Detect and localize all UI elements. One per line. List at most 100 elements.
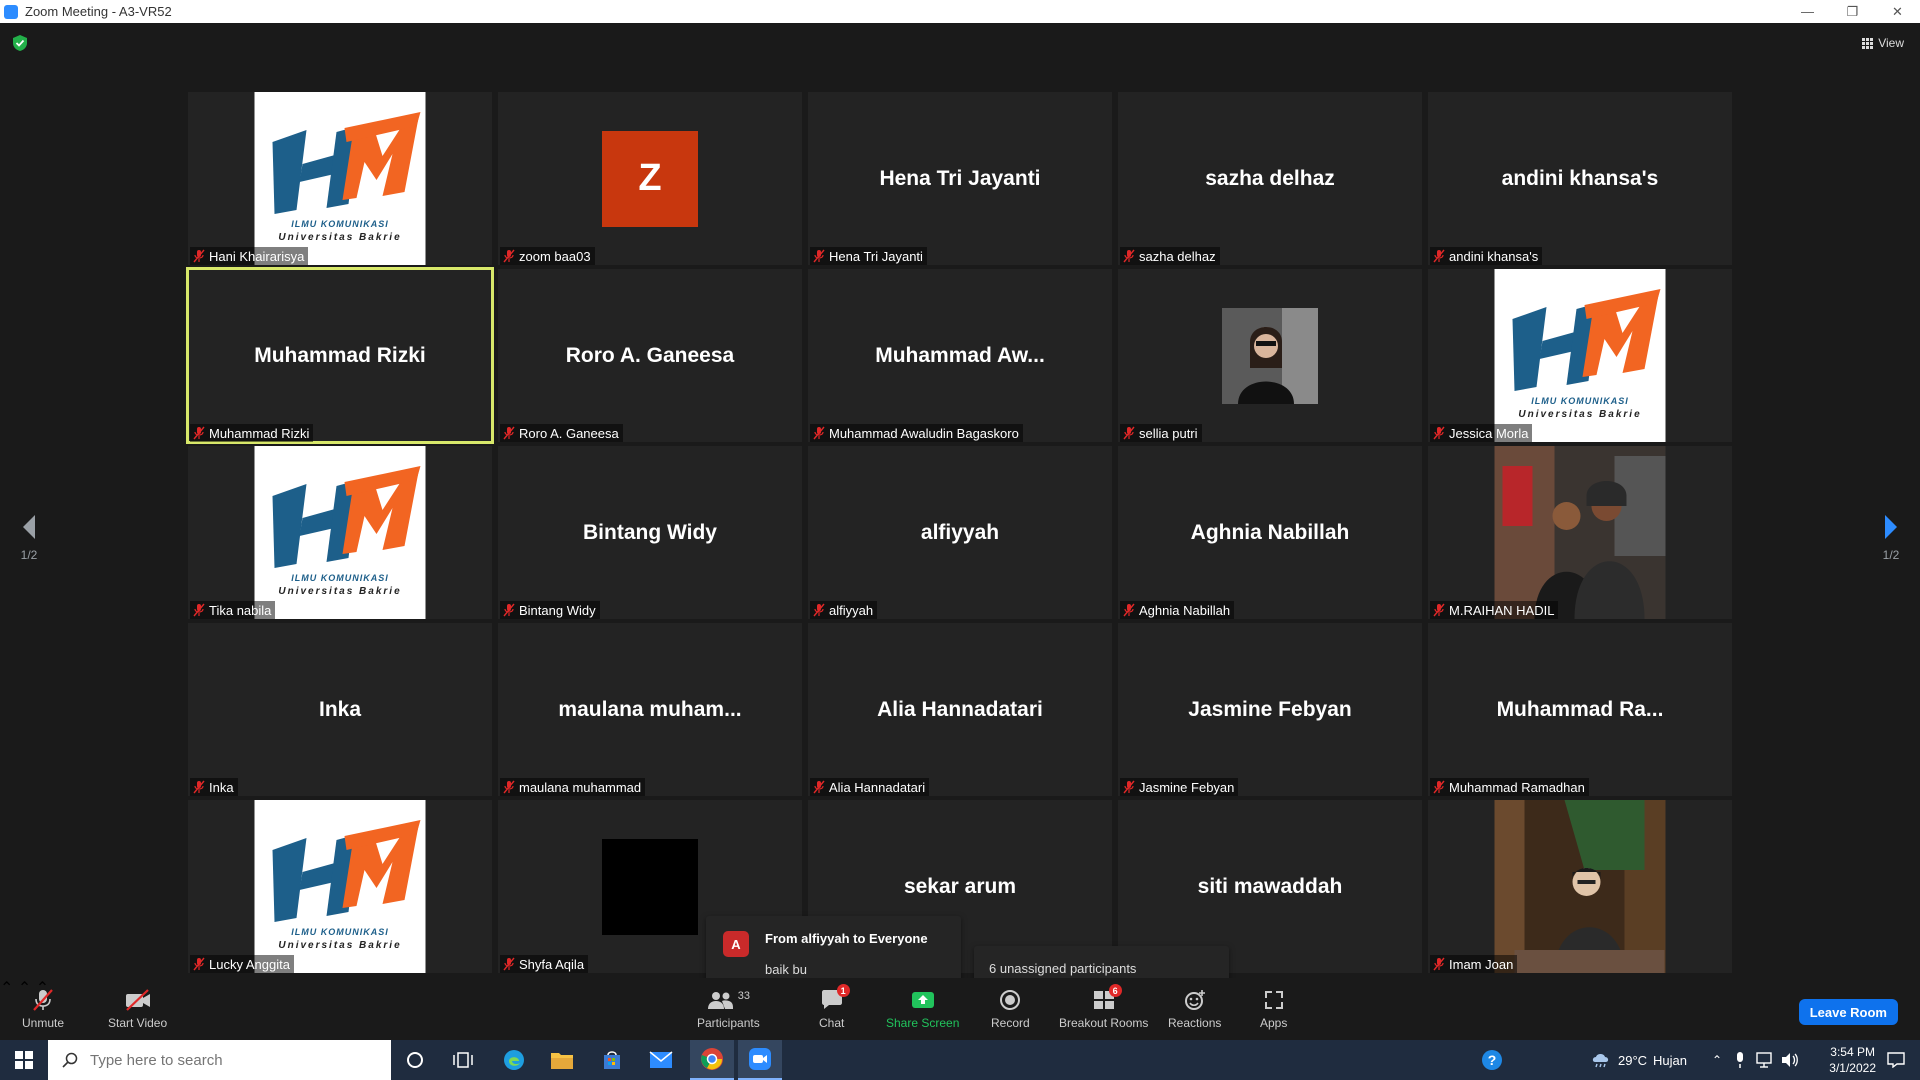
- participant-tile[interactable]: ILMU KOMUNIKASI Universitas Bakrie Jessica…: [1428, 269, 1732, 442]
- participant-tile[interactable]: Hena Tri Jayanti Hena Tri Jayanti: [808, 92, 1112, 265]
- zoom-taskbar-icon[interactable]: [738, 1040, 782, 1080]
- muted-mic-icon: [812, 249, 829, 263]
- participant-tile[interactable]: M.RAIHAN HADIL: [1428, 446, 1732, 619]
- zoom-app-icon: [4, 4, 18, 19]
- participant-tile[interactable]: Zzoom baa03: [498, 92, 802, 265]
- logo-text-line2: Universitas Bakrie: [278, 232, 402, 243]
- system-clock[interactable]: 3:54 PM 3/1/2022: [1829, 1044, 1876, 1076]
- restore-icon[interactable]: ❐: [1830, 0, 1875, 23]
- view-button[interactable]: View: [1856, 33, 1910, 53]
- participant-tile[interactable]: Imam Joan: [1428, 800, 1732, 973]
- participant-avatar: Z: [602, 130, 698, 227]
- participant-name: Muhammad Awaludin Bagaskoro: [829, 425, 1019, 441]
- muted-mic-icon: [812, 426, 829, 440]
- clock-time: 3:54 PM: [1830, 1045, 1875, 1059]
- apps-button[interactable]: Apps: [1260, 988, 1287, 1030]
- participant-tile[interactable]: ILMU KOMUNIKASI Universitas Bakrie Lucky A…: [188, 800, 492, 973]
- share-screen-button[interactable]: Share Screen: [886, 988, 959, 1030]
- participant-tile[interactable]: ILMU KOMUNIKASI Universitas Bakrie Hani Kh…: [188, 92, 492, 265]
- chat-icon: 1: [820, 984, 850, 1012]
- start-video-button[interactable]: Start Video: [108, 988, 167, 1030]
- chat-button[interactable]: 1 Chat: [819, 984, 850, 1030]
- participant-display-name: sazha delhaz: [1205, 166, 1335, 190]
- windows-taskbar: ? 29°C Hujan ⌃ 3:54 PM 3/1/2022: [0, 1040, 1920, 1080]
- participant-display-name: alfiyyah: [920, 520, 1000, 544]
- muted-mic-icon: [502, 426, 519, 440]
- participant-name-label: Muhammad Awaludin Bagaskoro: [810, 424, 1023, 442]
- chrome-icon[interactable]: [690, 1040, 734, 1080]
- breakout-rooms-button[interactable]: 6 Breakout Rooms: [1059, 984, 1148, 1030]
- cortana-icon[interactable]: [395, 1040, 435, 1080]
- microsoft-store-icon[interactable]: [592, 1040, 632, 1080]
- microphone-icon[interactable]: [1730, 1040, 1750, 1080]
- minimize-icon[interactable]: —: [1785, 0, 1830, 23]
- participant-display-name: Inka: [318, 697, 362, 721]
- participant-name-label: Bintang Widy: [500, 601, 600, 619]
- window-titlebar: Zoom Meeting - A3-VR52 — ❐ ✕: [0, 0, 1920, 23]
- volume-icon[interactable]: [1778, 1040, 1802, 1080]
- show-hidden-icons-chevron-icon[interactable]: ⌃: [1706, 1040, 1728, 1080]
- participant-display-name: maulana muham...: [558, 697, 742, 721]
- participant-name: Tika nabila: [209, 602, 272, 618]
- participant-tile[interactable]: alfiyyah alfiyyah: [808, 446, 1112, 619]
- participant-name-label: Imam Joan: [1430, 955, 1518, 973]
- muted-mic-icon: [812, 603, 829, 617]
- participant-tile[interactable]: Muhammad Aw... Muhammad Awaludin Bagaskor…: [808, 269, 1112, 442]
- network-icon[interactable]: [1752, 1040, 1776, 1080]
- unassigned-text: 6 unassigned participants: [989, 961, 1137, 976]
- taskbar-search[interactable]: [48, 1040, 391, 1080]
- record-button[interactable]: Record: [991, 988, 1030, 1030]
- leave-room-button[interactable]: Leave Room: [1798, 999, 1898, 1025]
- participant-name-label: sazha delhaz: [1120, 247, 1220, 265]
- unmute-label: Unmute: [22, 1016, 65, 1030]
- participant-tile[interactable]: ILMU KOMUNIKASI Universitas Bakrie Tika na…: [188, 446, 492, 619]
- participant-name-label: maulana muhammad: [500, 778, 646, 796]
- participant-tile[interactable]: Muhammad Ra... Muhammad Ramadhan: [1428, 623, 1732, 796]
- search-input[interactable]: [90, 1051, 350, 1069]
- reactions-button[interactable]: Reactions: [1168, 988, 1221, 1030]
- edge-browser-icon[interactable]: [494, 1040, 534, 1080]
- muted-mic-icon: [502, 780, 519, 794]
- audio-options-chevron-icon[interactable]: ⌃: [0, 980, 13, 997]
- participant-tile[interactable]: Inka Inka: [188, 623, 492, 796]
- logo-text-line1: ILMU KOMUNIKASI: [291, 219, 389, 229]
- participant-display-name: Muhammad Ra...: [1496, 697, 1664, 721]
- participant-tile[interactable]: maulana muham... maulana muhammad: [498, 623, 802, 796]
- participant-tile[interactable]: andini khansa's andini khansa's: [1428, 92, 1732, 265]
- weather-widget[interactable]: 29°C Hujan: [1590, 1040, 1687, 1080]
- participant-tile[interactable]: Muhammad Rizki Muhammad Rizki: [186, 267, 494, 444]
- muted-mic-icon: [1122, 249, 1139, 263]
- participant-name-label: Shyfa Aqila: [500, 955, 589, 973]
- muted-mic-icon: [502, 957, 519, 971]
- unmute-button[interactable]: Unmute: [22, 988, 64, 1030]
- participant-tile[interactable]: sellia putri: [1118, 269, 1422, 442]
- logo-text-line2: Universitas Bakrie: [1518, 409, 1642, 420]
- participant-display-name: sekar arum: [903, 874, 1017, 898]
- encryption-shield-icon[interactable]: [12, 34, 28, 52]
- mail-icon[interactable]: [641, 1040, 681, 1080]
- participant-tile[interactable]: Alia Hannadatari Alia Hannadatari: [808, 623, 1112, 796]
- participant-name: Lucky Anggita: [209, 956, 290, 972]
- participant-tile[interactable]: Bintang Widy Bintang Widy: [498, 446, 802, 619]
- logo-text-line1: ILMU KOMUNIKASI: [1531, 396, 1629, 406]
- start-button[interactable]: [0, 1040, 48, 1080]
- participant-display-name: Hena Tri Jayanti: [879, 166, 1041, 190]
- participant-name: Muhammad Ramadhan: [1449, 779, 1585, 795]
- task-view-icon[interactable]: [443, 1040, 483, 1080]
- file-explorer-icon[interactable]: [542, 1040, 582, 1080]
- participant-name-label: Jessica Morla: [1430, 424, 1533, 442]
- participant-photo: [1222, 307, 1318, 404]
- help-icon[interactable]: ?: [1472, 1040, 1512, 1080]
- muted-mic-icon: [1432, 957, 1449, 971]
- previous-page-button[interactable]: 1/2: [9, 514, 49, 562]
- participant-tile[interactable]: Roro A. Ganeesa Roro A. Ganeesa: [498, 269, 802, 442]
- notifications-icon[interactable]: [1876, 1040, 1916, 1080]
- close-icon[interactable]: ✕: [1875, 0, 1920, 23]
- participant-tile[interactable]: Aghnia Nabillah Aghnia Nabillah: [1118, 446, 1422, 619]
- next-page-button[interactable]: 1/2: [1871, 514, 1911, 562]
- participant-tile[interactable]: sazha delhaz sazha delhaz: [1118, 92, 1422, 265]
- participant-tile[interactable]: Jasmine Febyan Jasmine Febyan: [1118, 623, 1422, 796]
- right-arrow-icon: [1885, 515, 1897, 539]
- participant-name: Imam Joan: [1449, 956, 1514, 972]
- participants-button[interactable]: 33 Participants: [697, 988, 760, 1030]
